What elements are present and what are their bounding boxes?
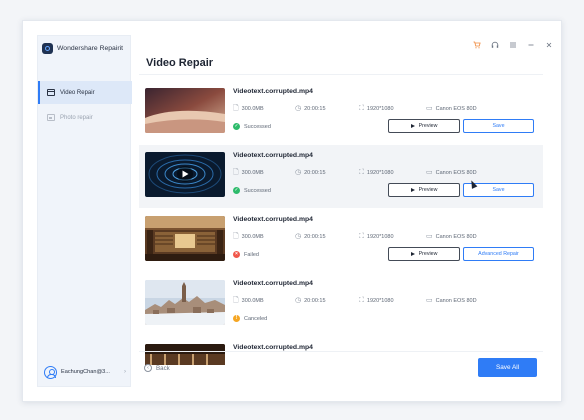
file-icon: 🗋	[233, 105, 239, 112]
file-row: Videotext.corrupted.mp4 🗋 300.0MB ◷ 20:00:…	[139, 145, 543, 208]
app-window: Wondershare Repairit Video Repair Photo …	[22, 20, 562, 402]
headset-icon[interactable]	[491, 41, 499, 51]
resolution-icon: ⛶	[359, 233, 364, 240]
file-size: 🗋 300.0MB	[233, 169, 264, 176]
success-icon: ✓	[233, 123, 240, 130]
resolution-icon: ⛶	[359, 105, 364, 112]
divider	[139, 351, 543, 352]
file-resolution: ⛶ 1920*1080	[359, 105, 394, 112]
user-account[interactable]: EachungChan@3... ›	[44, 365, 126, 379]
file-duration: ◷ 20:00:15	[295, 297, 326, 304]
video-icon	[47, 89, 55, 96]
file-row: Videotext.corrupted.mp4 🗋 300.0MB ◷ 20:00:…	[139, 209, 543, 272]
status-badge: ✓ Successed	[233, 123, 271, 130]
window-toolbar	[473, 41, 553, 51]
save-button[interactable]: Save	[463, 119, 534, 133]
status-badge: × Failed	[233, 251, 259, 258]
video-thumbnail[interactable]	[145, 152, 225, 197]
camera-icon: ▭	[426, 105, 433, 112]
file-name: Videotext.corrupted.mp4	[233, 344, 313, 351]
file-list: Videotext.corrupted.mp4 🗋 300.0MB ◷ 20:00:…	[139, 81, 543, 365]
file-size: 🗋 300.0MB	[233, 297, 264, 304]
minimize-icon[interactable]	[527, 41, 535, 51]
resolution-icon: ⛶	[359, 297, 364, 304]
file-icon: 🗋	[233, 233, 239, 240]
file-icon: 🗋	[233, 297, 239, 304]
file-camera: ▭ Canon EOS 80D	[426, 297, 477, 304]
back-button[interactable]: ‹ Back	[144, 364, 170, 372]
close-icon[interactable]	[545, 41, 553, 51]
camera-icon: ▭	[426, 233, 433, 240]
file-name: Videotext.corrupted.mp4	[233, 216, 313, 223]
preview-button[interactable]: Preview	[388, 183, 460, 197]
preview-button[interactable]: Preview	[388, 247, 460, 261]
file-duration: ◷ 20:00:15	[295, 105, 326, 112]
back-arrow-icon: ‹	[144, 364, 152, 372]
clock-icon: ◷	[295, 297, 302, 304]
file-size: 🗋 300.0MB	[233, 105, 264, 112]
file-icon: 🗋	[233, 169, 239, 176]
video-thumbnail[interactable]	[145, 344, 225, 365]
photo-icon	[47, 114, 55, 121]
video-thumbnail[interactable]	[145, 88, 225, 133]
play-icon	[410, 188, 415, 192]
file-name: Videotext.corrupted.mp4	[233, 88, 313, 95]
play-icon	[410, 124, 415, 128]
resolution-icon: ⛶	[359, 169, 364, 176]
play-icon	[410, 252, 415, 256]
file-name: Videotext.corrupted.mp4	[233, 280, 313, 287]
clock-icon: ◷	[295, 169, 302, 176]
file-size: 🗋 300.0MB	[233, 233, 264, 240]
file-resolution: ⛶ 1920*1080	[359, 297, 394, 304]
brand: Wondershare Repairit	[42, 43, 123, 54]
preview-button[interactable]: Preview	[388, 119, 460, 133]
sidebar-item-video-repair[interactable]: Video Repair	[38, 81, 132, 104]
file-camera: ▭ Canon EOS 80D	[426, 233, 477, 240]
sidebar-item-label: Video Repair	[60, 89, 95, 96]
user-name: EachungChan@3...	[61, 369, 110, 375]
file-resolution: ⛶ 1920*1080	[359, 169, 394, 176]
repairit-logo-icon	[42, 43, 53, 54]
file-resolution: ⛶ 1920*1080	[359, 233, 394, 240]
sidebar-item-label: Photo repair	[60, 114, 93, 121]
sidebar: Wondershare Repairit Video Repair Photo …	[37, 35, 132, 387]
advanced-repair-button[interactable]: Advanced Repair	[463, 247, 534, 261]
chevron-right-icon: ›	[124, 369, 126, 375]
file-camera: ▭ Canon EOS 80D	[426, 169, 477, 176]
file-duration: ◷ 20:00:15	[295, 233, 326, 240]
status-badge: ! Canceled	[233, 315, 267, 322]
video-thumbnail[interactable]	[145, 216, 225, 261]
file-camera: ▭ Canon EOS 80D	[426, 105, 477, 112]
clock-icon: ◷	[295, 233, 302, 240]
video-thumbnail[interactable]	[145, 280, 225, 325]
success-icon: ✓	[233, 187, 240, 194]
page-title: Video Repair	[146, 57, 214, 69]
status-badge: ✓ Successed	[233, 187, 271, 194]
file-row: Videotext.corrupted.mp4 🗋 300.0MB ◷ 20:00:…	[139, 81, 543, 144]
cart-icon[interactable]	[473, 41, 481, 51]
camera-icon: ▭	[426, 169, 433, 176]
file-row: Videotext.corrupted.mp4 🗋 300.0MB ◷ 20:00:…	[139, 273, 543, 336]
file-duration: ◷ 20:00:15	[295, 169, 326, 176]
file-name: Videotext.corrupted.mp4	[233, 152, 313, 159]
avatar-icon	[44, 365, 57, 379]
menu-icon[interactable]	[509, 41, 517, 51]
warning-icon: !	[233, 315, 240, 322]
save-all-button[interactable]: Save All	[478, 358, 537, 377]
app-name: Wondershare Repairit	[57, 45, 123, 52]
divider	[139, 74, 543, 75]
clock-icon: ◷	[295, 105, 302, 112]
camera-icon: ▭	[426, 297, 433, 304]
failed-icon: ×	[233, 251, 240, 258]
sidebar-item-photo-repair[interactable]: Photo repair	[38, 106, 132, 129]
